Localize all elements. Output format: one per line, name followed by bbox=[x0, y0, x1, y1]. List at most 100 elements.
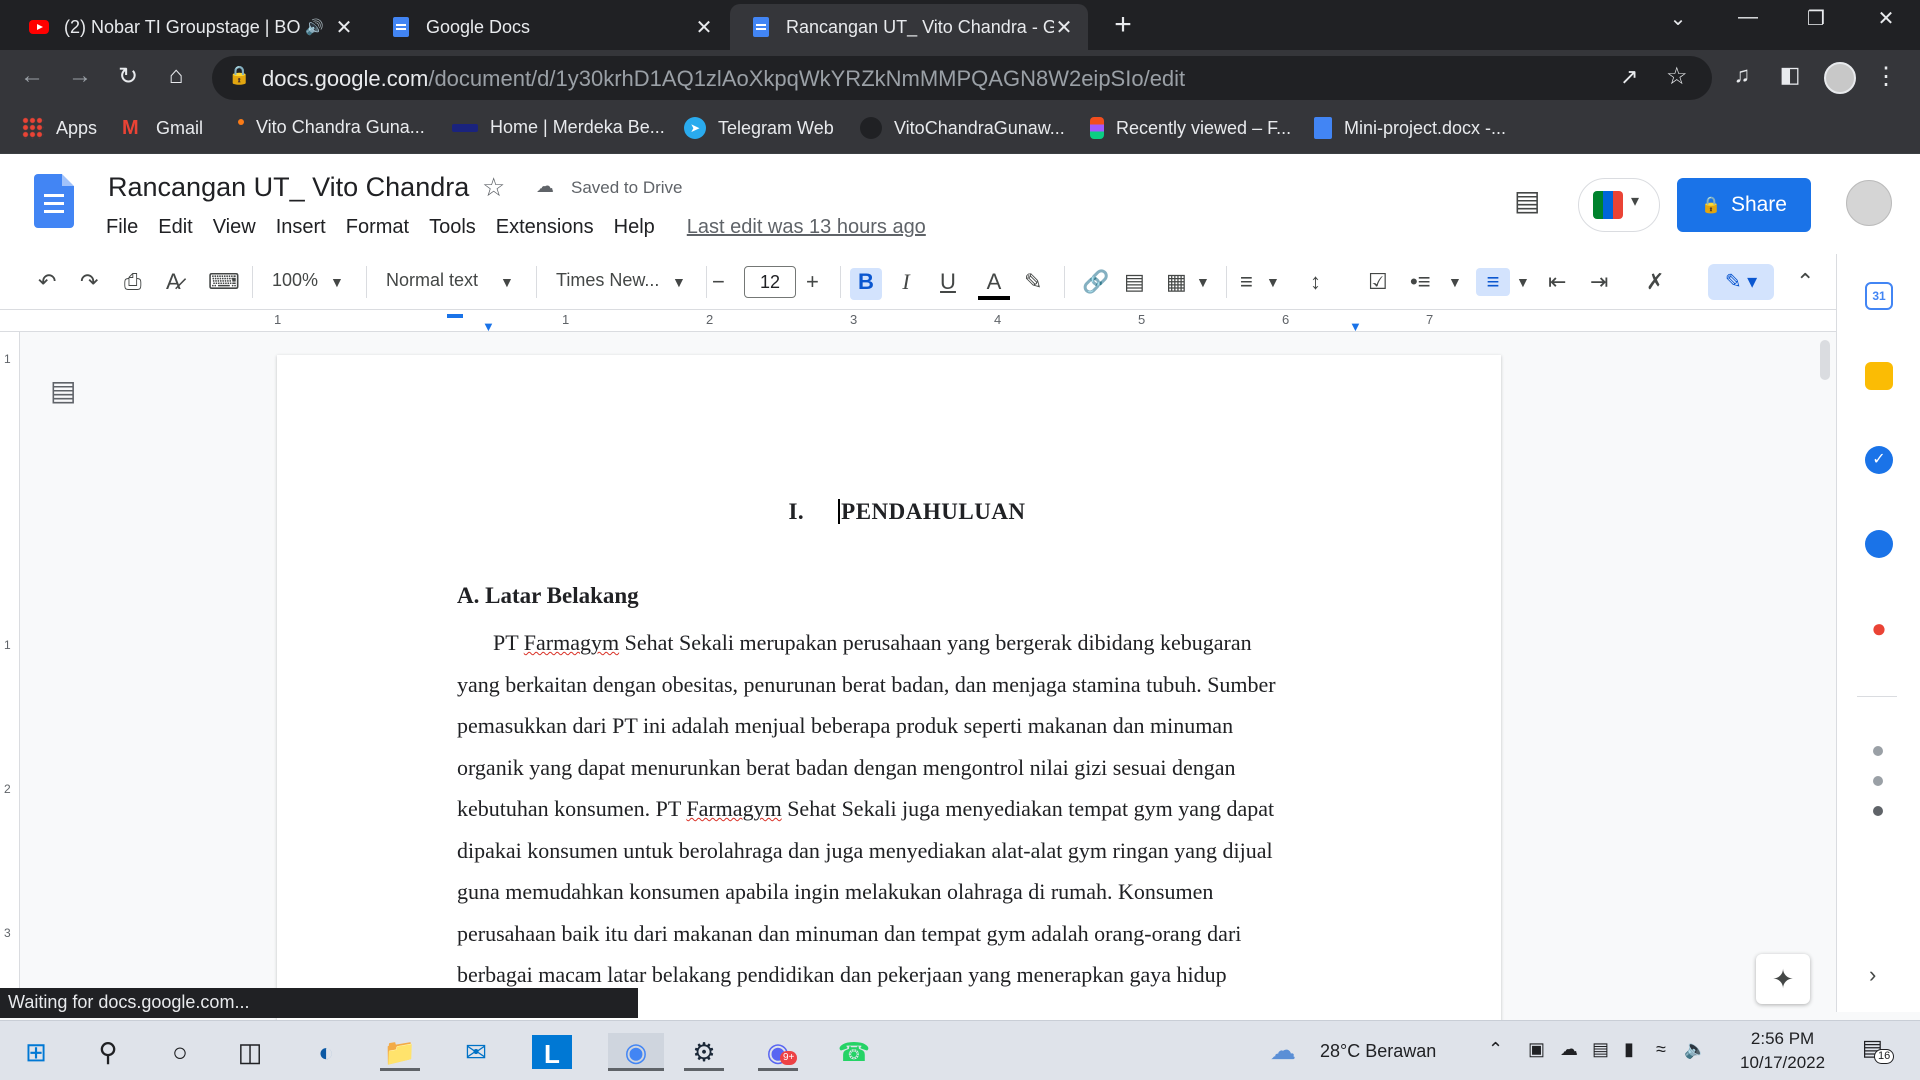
bookmark-star-icon[interactable]: ☆ bbox=[1666, 62, 1688, 91]
bookmark-figma[interactable]: Recently viewed – F... bbox=[1090, 117, 1291, 139]
insert-image-icon[interactable]: ▦ bbox=[1166, 268, 1187, 296]
back-icon[interactable]: ← bbox=[16, 62, 48, 90]
minimize-button[interactable]: — bbox=[1728, 6, 1768, 29]
menu-format[interactable]: Format bbox=[346, 216, 409, 239]
mail-icon[interactable]: ✉ bbox=[456, 1033, 496, 1071]
line-spacing-icon[interactable]: ↕ bbox=[1310, 268, 1321, 296]
media-control-icon[interactable]: ♫ bbox=[1726, 62, 1758, 88]
collapse-toolbar-icon[interactable]: ⌃ bbox=[1796, 268, 1814, 296]
menu-edit[interactable]: Edit bbox=[158, 216, 192, 239]
chevron-right-icon[interactable]: › bbox=[1869, 962, 1876, 988]
outline-icon[interactable]: ▤ bbox=[50, 374, 76, 407]
highlight-icon[interactable]: ✎ bbox=[1024, 268, 1042, 296]
bookmark-github[interactable]: VitoChandraGunaw... bbox=[860, 117, 1065, 139]
account-avatar[interactable] bbox=[1846, 180, 1892, 226]
checklist-icon[interactable]: ☑ bbox=[1368, 268, 1388, 296]
comment-history-icon[interactable]: ▤ bbox=[1514, 184, 1540, 217]
addon-dot[interactable] bbox=[1873, 806, 1883, 816]
style-select[interactable]: Normal text bbox=[386, 270, 478, 291]
docs-home-icon[interactable] bbox=[34, 174, 74, 228]
last-edit-link[interactable]: Last edit was 13 hours ago bbox=[687, 216, 926, 239]
discord-icon[interactable]: ◉ 9+ bbox=[758, 1033, 798, 1071]
italic-icon[interactable]: I bbox=[896, 268, 916, 296]
spellcheck-icon[interactable]: A̷ bbox=[166, 268, 181, 296]
steam-icon[interactable]: ⚙ bbox=[684, 1033, 724, 1071]
vertical-ruler[interactable]: 1 1 2 3 bbox=[0, 332, 20, 1012]
align-left-icon[interactable]: ≡ bbox=[1240, 268, 1253, 296]
lapp-icon[interactable]: L bbox=[532, 1035, 572, 1069]
link-icon[interactable]: 🔗 bbox=[1082, 268, 1109, 296]
bookmark-telegram[interactable]: ➤ Telegram Web bbox=[684, 117, 834, 139]
text-color-icon[interactable]: A bbox=[978, 268, 1010, 300]
addon-dot[interactable] bbox=[1873, 776, 1883, 786]
search-icon[interactable]: ⚲ bbox=[88, 1033, 128, 1071]
tab-search-icon[interactable]: ⌄ bbox=[1658, 6, 1698, 31]
speaker-icon[interactable]: 🔊 bbox=[305, 18, 324, 36]
menu-file[interactable]: File bbox=[106, 216, 138, 239]
close-icon[interactable]: ✕ bbox=[1054, 15, 1074, 40]
decrease-indent-icon[interactable]: ⇤ bbox=[1548, 268, 1566, 296]
meet-now-icon[interactable]: ▣ bbox=[1528, 1039, 1545, 1060]
paint-format-icon[interactable]: ⌨ bbox=[208, 268, 240, 296]
underline-icon[interactable]: U bbox=[938, 268, 958, 296]
undo-icon[interactable]: ↶ bbox=[38, 268, 56, 296]
wifi-icon[interactable]: ≈ bbox=[1656, 1039, 1666, 1060]
menu-help[interactable]: Help bbox=[614, 216, 655, 239]
tab-rancangan[interactable]: Rancangan UT_ Vito Chandra - G ✕ bbox=[730, 4, 1088, 50]
menu-tools[interactable]: Tools bbox=[429, 216, 476, 239]
chevron-down-icon[interactable]: ▼ bbox=[1448, 268, 1462, 296]
volume-icon[interactable]: 🔈 bbox=[1684, 1039, 1706, 1060]
addon-dot[interactable] bbox=[1873, 746, 1883, 756]
chevron-down-icon[interactable]: ▼ bbox=[500, 268, 514, 296]
first-line-indent-marker[interactable] bbox=[447, 314, 463, 318]
scrollbar-thumb[interactable] bbox=[1820, 340, 1830, 380]
onedrive-icon[interactable]: ☁ bbox=[1560, 1039, 1578, 1060]
horizontal-ruler[interactable]: 1 1 2 3 4 5 6 7 ▼ ▼ bbox=[0, 310, 1836, 334]
font-select[interactable]: Times New... bbox=[556, 270, 659, 291]
notification-icon[interactable]: ▤ 16 bbox=[1862, 1035, 1895, 1064]
document-page[interactable]: I. PENDAHULUAN A. Latar Belakang PT Farma… bbox=[277, 355, 1501, 1055]
bookmark-miniproject[interactable]: Mini-project.docx -... bbox=[1314, 117, 1506, 139]
calendar-icon[interactable]: 31 bbox=[1865, 282, 1893, 310]
new-tab-button[interactable]: + bbox=[1108, 8, 1138, 42]
address-bar[interactable]: 🔒 docs.google.com/document/d/1y30krhD1AQ… bbox=[212, 56, 1712, 100]
chevron-down-icon[interactable]: ▼ bbox=[1516, 268, 1530, 296]
menu-insert[interactable]: Insert bbox=[276, 216, 326, 239]
increase-indent-icon[interactable]: ⇥ bbox=[1590, 268, 1608, 296]
menu-extensions[interactable]: Extensions bbox=[496, 216, 594, 239]
tab-youtube[interactable]: (2) Nobar TI Groupstage | BO 🔊 ✕ bbox=[8, 4, 368, 50]
restore-button[interactable]: ❐ bbox=[1796, 6, 1836, 31]
tasks-icon[interactable]: ✓ bbox=[1865, 446, 1893, 474]
menu-kebab-icon[interactable]: ⋮ bbox=[1870, 62, 1902, 91]
font-size-input[interactable]: 12 bbox=[744, 266, 796, 298]
bullet-list-icon[interactable]: •≡ bbox=[1410, 268, 1431, 296]
clock[interactable]: 2:56 PM 10/17/2022 bbox=[1740, 1027, 1825, 1075]
close-icon[interactable]: ✕ bbox=[334, 15, 354, 40]
battery-icon[interactable]: ▮ bbox=[1624, 1039, 1634, 1060]
url-text[interactable]: docs.google.com/document/d/1y30krhD1AQ1z… bbox=[262, 66, 1185, 92]
start-windows-icon[interactable]: ⊞ bbox=[16, 1033, 56, 1071]
print-icon[interactable]: ⎙ bbox=[124, 268, 142, 296]
profile-avatar[interactable] bbox=[1824, 62, 1856, 94]
side-panel-icon[interactable]: ◧ bbox=[1774, 62, 1806, 88]
close-icon[interactable]: ✕ bbox=[694, 15, 714, 40]
editing-mode-button[interactable]: ✎ ▾ bbox=[1708, 264, 1774, 300]
star-icon[interactable]: ☆ bbox=[482, 172, 505, 203]
keep-icon[interactable] bbox=[1865, 362, 1893, 390]
chrome-icon[interactable]: ◉ bbox=[608, 1033, 664, 1071]
close-window-button[interactable]: ✕ bbox=[1866, 6, 1906, 31]
chevron-up-icon[interactable]: ⌃ bbox=[1488, 1039, 1503, 1060]
heading-pendahuluan[interactable]: I. PENDAHULUAN bbox=[457, 499, 1357, 525]
clear-formatting-icon[interactable]: ✗ bbox=[1646, 268, 1664, 296]
chevron-down-icon[interactable]: ▼ bbox=[1266, 268, 1280, 296]
file-explorer-icon[interactable]: 📁 bbox=[380, 1033, 420, 1071]
add-comment-icon[interactable]: ▤ bbox=[1124, 268, 1145, 296]
maps-icon[interactable]: ● bbox=[1865, 614, 1893, 642]
bookmark-apps[interactable]: Apps bbox=[22, 117, 97, 139]
bold-icon[interactable]: B bbox=[850, 268, 882, 300]
share-button[interactable]: 🔒 Share bbox=[1677, 178, 1811, 232]
home-icon[interactable]: ⌂ bbox=[160, 62, 192, 90]
bookmark-gmail[interactable]: M Gmail bbox=[122, 117, 203, 139]
chevron-down-icon[interactable]: ▼ bbox=[1196, 268, 1210, 296]
redo-icon[interactable]: ↷ bbox=[80, 268, 98, 296]
